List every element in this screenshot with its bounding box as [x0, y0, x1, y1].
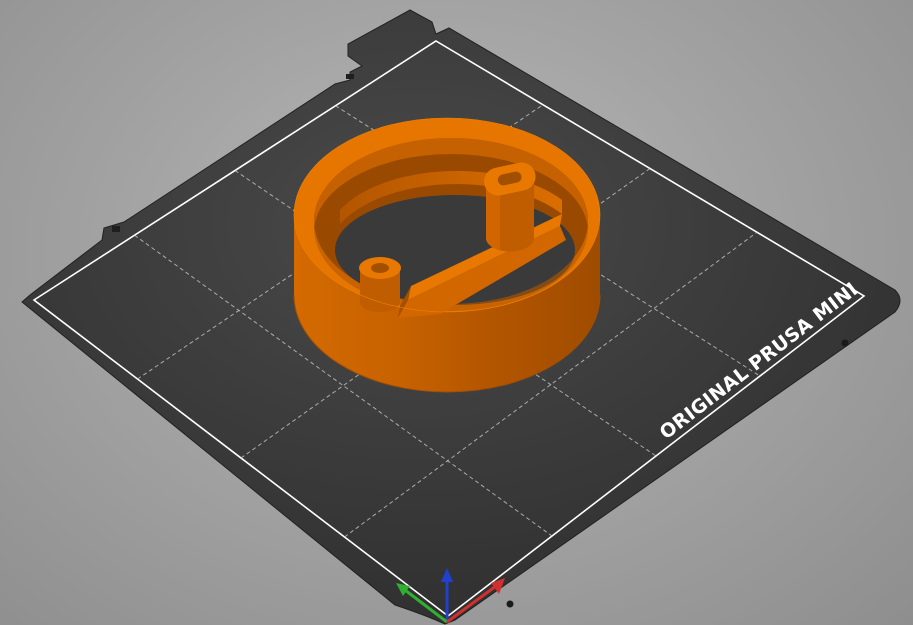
printed-model[interactable]	[293, 117, 601, 393]
3d-viewport[interactable]: ORIGINAL PRUSA MINI	[0, 0, 913, 625]
print-bed-scene[interactable]: ORIGINAL PRUSA MINI	[0, 0, 913, 625]
